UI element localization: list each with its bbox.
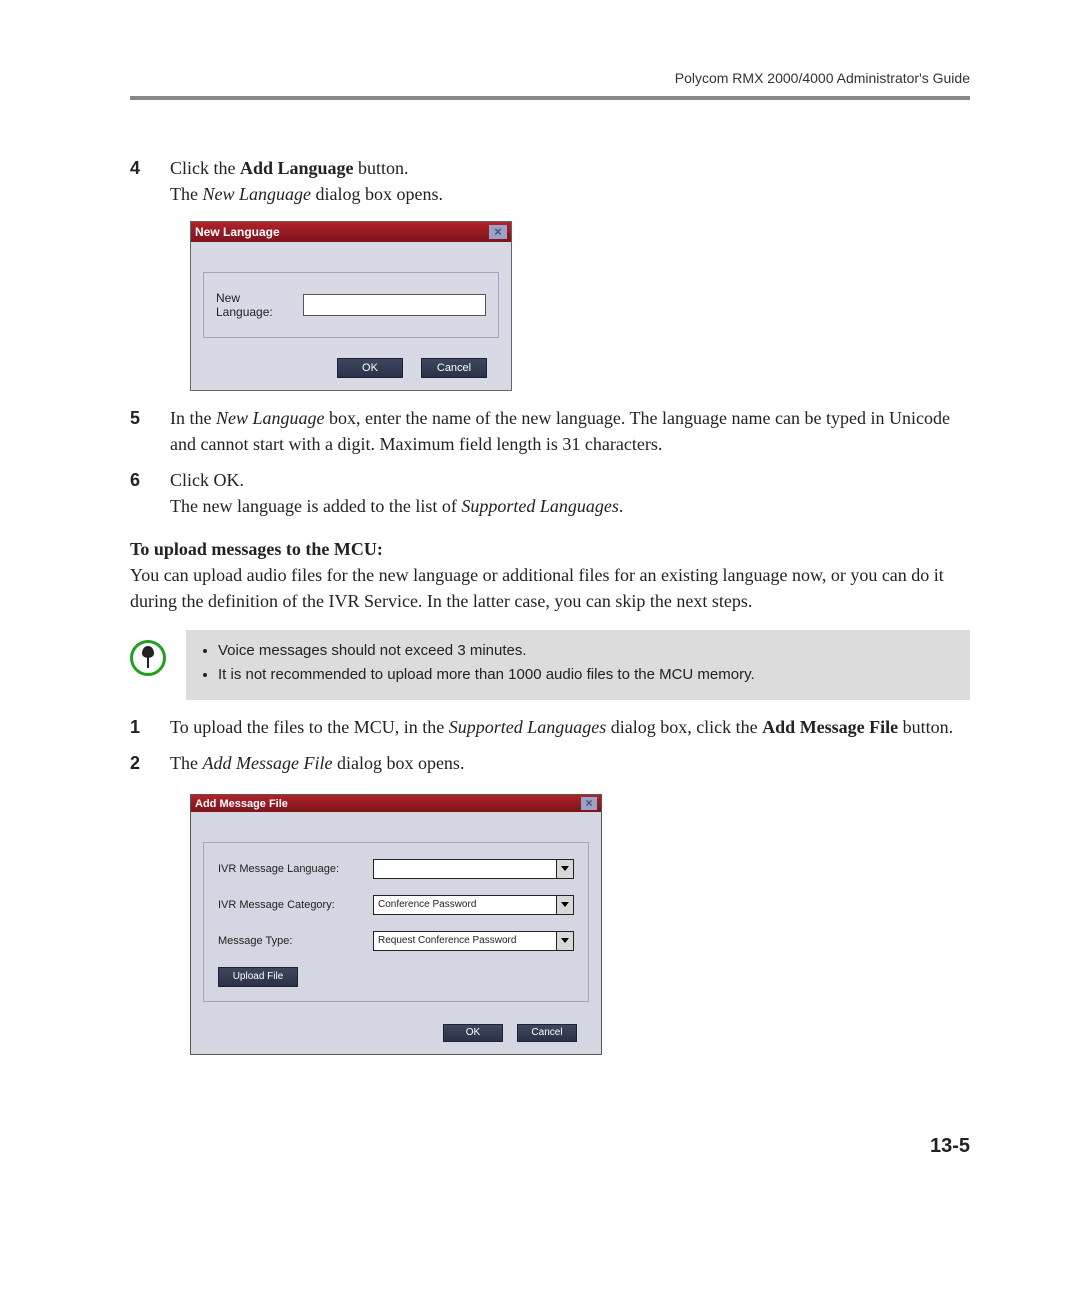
- close-icon[interactable]: ×: [489, 225, 507, 239]
- dialog-titlebar: New Language ×: [191, 222, 511, 242]
- chevron-down-icon: [556, 896, 573, 914]
- add-message-file-dialog: Add Message File × IVR Message Language:…: [190, 794, 602, 1055]
- upload-paragraph: You can upload audio files for the new l…: [130, 562, 970, 614]
- chevron-down-icon: [556, 932, 573, 950]
- note-bullet: Voice messages should not exceed 3 minut…: [218, 640, 956, 662]
- page-number: 13-5: [130, 1135, 970, 1158]
- upload-file-button[interactable]: Upload File: [218, 967, 298, 987]
- page-header: Polycom RMX 2000/4000 Administrator's Gu…: [130, 70, 970, 100]
- upload-step-1: 1 To upload the files to the MCU, in the…: [130, 714, 970, 740]
- step-6: 6 Click OK. The new language is added to…: [130, 467, 970, 519]
- dialog-title: Add Message File: [195, 798, 288, 810]
- ok-button[interactable]: OK: [337, 358, 403, 378]
- pushpin-icon: [130, 640, 166, 676]
- step-body: In the New Language box, enter the name …: [170, 405, 970, 457]
- step-body: The Add Message File dialog box opens.: [170, 750, 970, 776]
- step-4: 4 Click the Add Language button. The New…: [130, 155, 970, 207]
- new-language-input[interactable]: [303, 294, 486, 316]
- close-icon[interactable]: ×: [581, 797, 597, 810]
- ivr-category-select[interactable]: Conference Password: [373, 895, 574, 915]
- step-5: 5 In the New Language box, enter the nam…: [130, 405, 970, 457]
- ok-button[interactable]: OK: [443, 1024, 503, 1042]
- upload-step-2: 2 The Add Message File dialog box opens.: [130, 750, 970, 776]
- ivr-category-label: IVR Message Category:: [218, 899, 373, 911]
- step-number: 4: [130, 155, 170, 207]
- message-type-label: Message Type:: [218, 935, 373, 947]
- chevron-down-icon: [556, 860, 573, 878]
- step-number: 6: [130, 467, 170, 519]
- ivr-language-label: IVR Message Language:: [218, 863, 373, 875]
- step-body: Click the Add Language button. The New L…: [170, 155, 970, 207]
- upload-heading: To upload messages to the MCU:: [130, 539, 970, 560]
- step-body: To upload the files to the MCU, in the S…: [170, 714, 970, 740]
- note-block: Voice messages should not exceed 3 minut…: [130, 630, 970, 700]
- cancel-button[interactable]: Cancel: [517, 1024, 577, 1042]
- step-number: 2: [130, 750, 170, 776]
- new-language-dialog: New Language × New Language: OK Cancel: [190, 221, 512, 391]
- step-body: Click OK. The new language is added to t…: [170, 467, 970, 519]
- step-number: 1: [130, 714, 170, 740]
- note-box: Voice messages should not exceed 3 minut…: [186, 630, 970, 700]
- message-type-select[interactable]: Request Conference Password: [373, 931, 574, 951]
- dialog-title: New Language: [195, 225, 280, 239]
- note-bullet: It is not recommended to upload more tha…: [218, 664, 956, 686]
- cancel-button[interactable]: Cancel: [421, 358, 487, 378]
- new-language-label: New Language:: [216, 291, 289, 319]
- step-number: 5: [130, 405, 170, 457]
- dialog-titlebar: Add Message File ×: [191, 795, 601, 812]
- ivr-language-select[interactable]: [373, 859, 574, 879]
